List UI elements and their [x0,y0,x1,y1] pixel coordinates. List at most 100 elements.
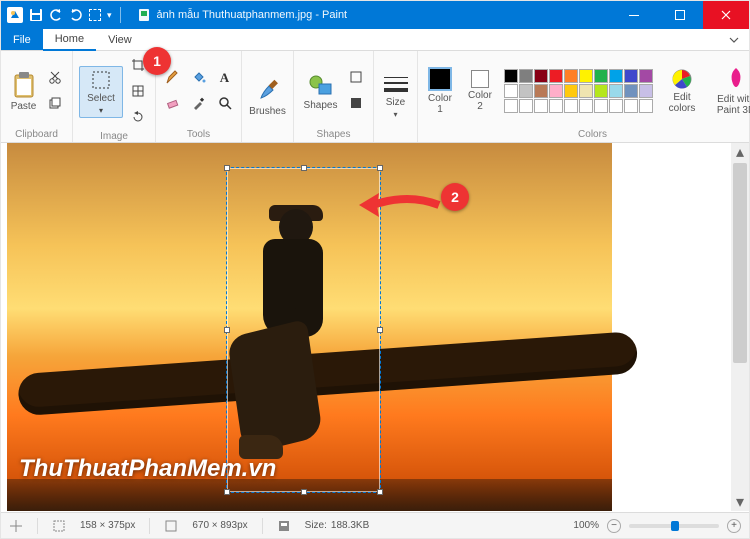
selection-handle[interactable] [301,165,307,171]
palette-swatch[interactable] [564,69,578,83]
palette-swatch[interactable] [639,99,653,113]
vertical-scrollbar[interactable]: ▴ ▾ [731,143,749,511]
eraser-tool[interactable] [161,92,185,116]
palette-swatch[interactable] [549,84,563,98]
selection-handle[interactable] [377,327,383,333]
selection-handle[interactable] [301,489,307,495]
scissors-icon [48,70,62,87]
redo-icon[interactable] [69,8,83,22]
paint3d-icon [725,66,747,92]
color-2-label: Color 2 [468,90,492,112]
minimize-button[interactable] [611,1,657,29]
copy-button[interactable] [44,93,66,115]
palette-swatch[interactable] [579,84,593,98]
palette-swatch[interactable] [549,99,563,113]
selection-handle[interactable] [377,489,383,495]
filesize-value: 188.3KB [331,520,369,531]
ribbon-minimize-button[interactable] [719,29,749,50]
palette-swatch[interactable] [624,69,638,83]
palette-swatch[interactable] [609,99,623,113]
fill-button[interactable] [345,93,367,115]
palette-swatch[interactable] [519,84,533,98]
palette-swatch[interactable] [594,84,608,98]
size-button[interactable]: Size ▾ [380,75,411,119]
palette-swatch[interactable] [594,99,608,113]
select-qat-icon[interactable] [89,9,101,21]
select-button[interactable]: Select ▾ [79,66,123,118]
palette-swatch[interactable] [594,69,608,83]
scroll-up-button[interactable]: ▴ [731,143,749,161]
canvas-area[interactable]: 2 ThuThuatPhanMem.vn ▴ ▾ [1,143,749,513]
chevron-down-icon[interactable]: ▾ [393,110,397,119]
fill-tool[interactable] [187,66,211,90]
palette-swatch[interactable] [504,99,518,113]
shapes-button[interactable]: Shapes [300,72,341,111]
maximize-button[interactable] [657,1,703,29]
palette-swatch[interactable] [534,99,548,113]
palette-swatch[interactable] [609,69,623,83]
palette-swatch[interactable] [639,84,653,98]
palette-swatch[interactable] [639,69,653,83]
undo-icon[interactable] [49,8,63,22]
color-palette[interactable] [504,69,653,113]
palette-swatch[interactable] [579,69,593,83]
qat-dropdown-icon[interactable]: ▾ [107,10,112,21]
stroke-size-icon [384,75,408,95]
zoom-in-button[interactable]: + [727,519,741,533]
rotate-button[interactable] [127,107,149,129]
edit-colors-button[interactable]: Edit colors [661,68,703,114]
paint-app-icon [7,7,23,23]
color-1-swatch [428,67,452,91]
palette-swatch[interactable] [549,69,563,83]
edit-paint3d-button[interactable]: Edit with Paint 3D [711,66,750,116]
selection-handle[interactable] [224,165,230,171]
brushes-button[interactable]: Brushes [248,76,287,117]
palette-swatch[interactable] [534,69,548,83]
picker-tool[interactable] [187,92,211,116]
palette-swatch[interactable] [624,84,638,98]
palette-swatch[interactable] [564,84,578,98]
color-2-button[interactable]: Color 2 [464,70,496,112]
palette-swatch[interactable] [519,99,533,113]
group-label-colors: Colors [424,127,750,140]
selection-handle[interactable] [377,165,383,171]
text-tool[interactable]: A [213,66,237,90]
palette-swatch[interactable] [564,99,578,113]
image-size-text: 670 × 893px [192,520,247,531]
pencil-icon [165,69,181,88]
zoom-slider-thumb[interactable] [671,521,679,531]
outline-button[interactable] [345,67,367,89]
paste-button[interactable]: Paste [7,71,40,112]
group-clipboard: Paste Clipboard [1,51,73,142]
tab-home[interactable]: Home [43,29,96,51]
tab-view[interactable]: View [96,29,144,50]
separator-icon [120,7,121,23]
palette-swatch[interactable] [624,99,638,113]
palette-swatch[interactable] [519,69,533,83]
color-1-button[interactable]: Color 1 [424,67,456,115]
group-label-clipboard: Clipboard [7,127,66,140]
scroll-down-button[interactable]: ▾ [731,493,749,511]
shapes-icon [307,72,335,98]
select-label: Select [87,93,115,104]
selection-handle[interactable] [224,327,230,333]
palette-swatch[interactable] [504,84,518,98]
close-button[interactable] [703,1,749,29]
palette-swatch[interactable] [579,99,593,113]
copy-icon [48,96,62,113]
scroll-thumb[interactable] [733,163,747,363]
shapes-label: Shapes [304,100,338,111]
chevron-down-icon[interactable]: ▾ [99,106,103,115]
resize-button[interactable] [127,81,149,103]
window-title-text: ảnh mẫu Thuthuatphanmem.jpg - Paint [157,9,348,21]
zoom-out-button[interactable]: − [607,519,621,533]
selection-handle[interactable] [224,489,230,495]
palette-swatch[interactable] [534,84,548,98]
magnifier-tool[interactable] [213,92,237,116]
tab-file[interactable]: File [1,29,43,50]
palette-swatch[interactable] [504,69,518,83]
save-icon[interactable] [29,8,43,22]
palette-swatch[interactable] [609,84,623,98]
cut-button[interactable] [44,67,66,89]
zoom-slider[interactable] [629,524,719,528]
